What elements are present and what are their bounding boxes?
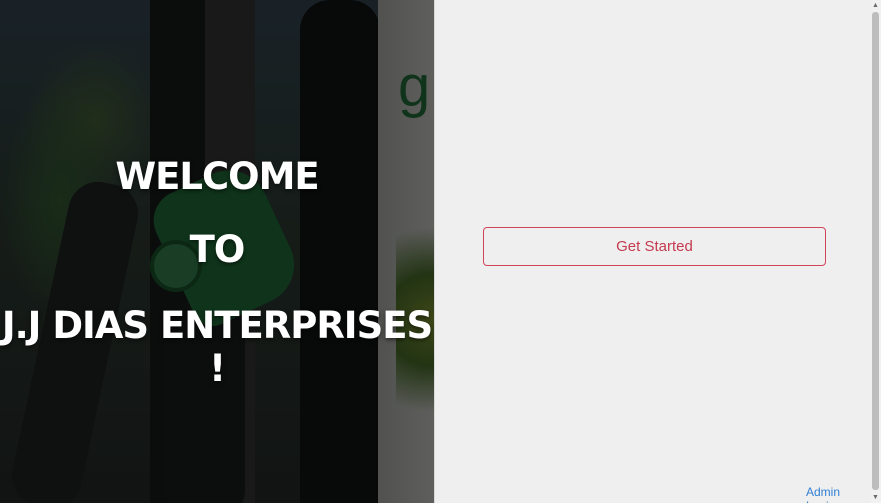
welcome-line-3: J.J DIAS ENTERPRISES !: [1, 304, 433, 390]
get-started-button[interactable]: Get Started: [483, 227, 826, 266]
welcome-line-1: WELCOME: [115, 155, 319, 198]
action-panel: Get Started Admin Login: [434, 0, 870, 503]
welcome-heading: WELCOME TO J.J DIAS ENTERPRISES !: [0, 0, 434, 503]
admin-login-link[interactable]: Admin Login: [806, 485, 870, 503]
scroll-up-icon[interactable]: ▲: [870, 0, 881, 11]
scroll-thumb[interactable]: [872, 12, 879, 490]
scroll-down-icon[interactable]: ▼: [870, 492, 881, 503]
welcome-line-2: TO: [189, 228, 246, 271]
vertical-scrollbar[interactable]: ▲ ▼: [870, 0, 881, 503]
